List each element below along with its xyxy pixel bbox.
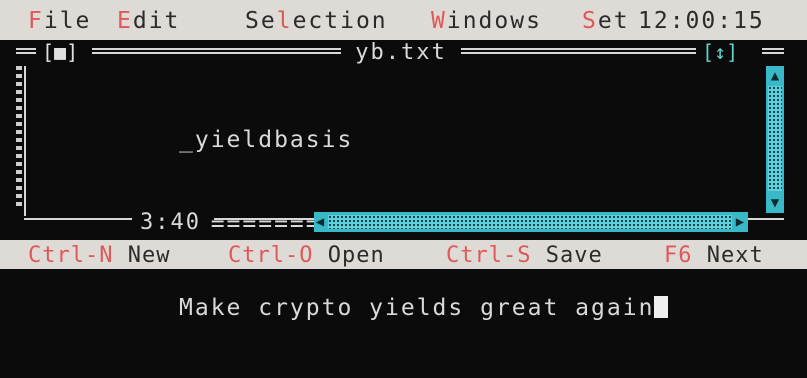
bottom-frame-line-right [748, 218, 784, 220]
shortcut-new[interactable]: Ctrl-N New [28, 243, 170, 268]
clock: 12:00:15 [638, 8, 765, 34]
cursor-position: 3:40 [132, 210, 209, 235]
menu-selection[interactable]: Selection [245, 8, 388, 34]
editor-line: Make crypto yields great again [179, 294, 669, 322]
scroll-right-icon[interactable]: ▶ [732, 212, 748, 232]
menu-windows[interactable]: Windows [431, 8, 542, 34]
window-bottom-frame: 3:40 ◀ ▶ [14, 210, 788, 235]
bottom-frame-line-left [24, 218, 134, 220]
vertical-scrollbar[interactable]: ▲ ▼ [766, 66, 784, 213]
bottom-frame-line-mid [214, 218, 314, 220]
shortcut-open[interactable]: Ctrl-O Open [228, 243, 385, 268]
menu-file[interactable]: File [28, 8, 91, 34]
editor-window: yb.txt [■] [↕] _yieldbasis =============… [14, 40, 788, 321]
horizontal-scroll-track[interactable] [328, 215, 732, 229]
close-button[interactable]: [■] [42, 40, 78, 64]
left-frame-dashes [16, 66, 22, 206]
shortcut-save[interactable]: Ctrl-S Save [446, 243, 603, 268]
status-bar: Ctrl-N New Ctrl-O Open Ctrl-S Save F6 Ne… [0, 240, 807, 269]
scroll-up-icon[interactable]: ▲ [766, 66, 784, 86]
horizontal-scrollbar[interactable]: ◀ ▶ [314, 212, 748, 232]
menu-set[interactable]: Set [582, 8, 630, 34]
scroll-left-icon[interactable]: ◀ [312, 212, 328, 232]
shortcut-next[interactable]: F6 Next [664, 243, 764, 268]
text-cursor [654, 296, 669, 318]
window-titlebar[interactable]: yb.txt [■] [↕] [14, 40, 788, 65]
menu-edit[interactable]: Edit [117, 8, 180, 34]
window-title: yb.txt [341, 40, 461, 65]
editor-line: _yieldbasis [179, 127, 354, 153]
menu-bar: File Edit Selection Windows Set 12:00:15 [0, 0, 807, 40]
left-frame-line [24, 66, 26, 216]
vertical-scroll-track[interactable] [768, 86, 782, 191]
zoom-icon[interactable]: [↕] [702, 40, 738, 64]
